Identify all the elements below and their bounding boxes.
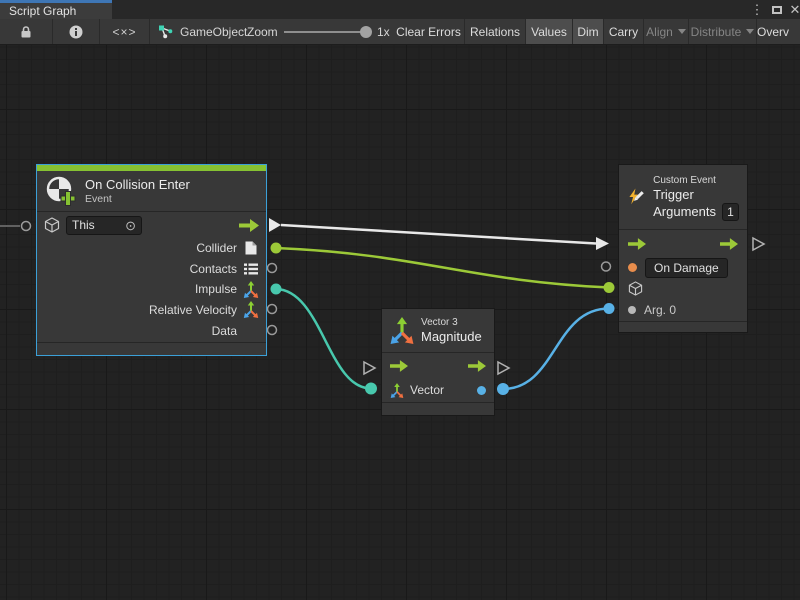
row-target: [619, 278, 747, 299]
edge-collider-to-gameobject[interactable]: [276, 248, 609, 288]
window-menu-icon[interactable]: ⋮: [748, 0, 766, 19]
gameobject-graph-icon: [158, 25, 173, 39]
event-name-field[interactable]: On Damage: [645, 258, 728, 278]
info-icon: [69, 25, 83, 39]
row-self-target: This ⊙: [37, 212, 266, 238]
lock-button[interactable]: [0, 19, 53, 44]
node-title: Trigger: [653, 187, 739, 203]
port-self-input[interactable]: [22, 222, 31, 231]
vector3-axes-icon: [243, 301, 259, 318]
maximize-icon[interactable]: [768, 0, 786, 19]
node-footer: [619, 321, 747, 332]
row-vector-input: Vector: [382, 379, 494, 401]
node-subtitle: Event: [85, 193, 190, 206]
chevron-down-icon: [746, 29, 754, 34]
vector3-axes-icon: [389, 317, 415, 344]
row-data: Data: [37, 320, 266, 341]
carry-button[interactable]: Carry: [604, 19, 644, 44]
relations-button[interactable]: Relations: [465, 19, 526, 44]
node-on-collision-enter[interactable]: On Collision Enter Event This ⊙: [36, 164, 267, 356]
collision-event-icon: [45, 175, 77, 207]
chevron-down-icon: [678, 29, 686, 34]
vector3-axes-icon: [390, 383, 404, 398]
distribute-button[interactable]: Distribute: [689, 19, 757, 44]
port-trigger-flow-out[interactable]: [753, 238, 764, 250]
dim-button[interactable]: Dim: [573, 19, 604, 44]
object-picker-icon[interactable]: ⊙: [125, 219, 136, 232]
cube-icon: [628, 281, 643, 296]
graph-toolbar: <×> GameObject Zoom 1x Clear Errors Rela…: [0, 19, 800, 45]
float-port-icon: [477, 386, 486, 395]
gameobject-label: GameObject: [180, 25, 247, 39]
node-vector3-magnitude[interactable]: Vector 3 Magnitude Vector: [381, 308, 495, 416]
arguments-label: Arguments: [653, 204, 716, 220]
row-collider: Collider: [37, 238, 266, 258]
flow-arrow-icon: [468, 360, 486, 372]
value-port-icon: [628, 306, 636, 314]
target-field[interactable]: This ⊙: [66, 216, 142, 235]
list-icon: [244, 263, 258, 275]
tab-bar: Script Graph ⋮ ✕: [0, 0, 800, 19]
zoom-slider[interactable]: [284, 31, 368, 33]
code-view-button[interactable]: <×>: [100, 19, 150, 44]
node-category: Vector 3: [421, 316, 482, 329]
vector3-axes-icon: [243, 281, 259, 298]
port-vector-in[interactable]: [365, 383, 377, 395]
string-port-icon: [628, 263, 637, 272]
clear-errors-button[interactable]: Clear Errors: [393, 19, 465, 44]
port-trigger-target-in[interactable]: [604, 282, 615, 293]
tab-script-graph[interactable]: Script Graph: [0, 0, 112, 19]
row-trigger-flow: [619, 230, 747, 257]
row-magnitude-flow: [382, 353, 494, 379]
code-icon: <×>: [112, 25, 136, 39]
port-magnitude-out[interactable]: [497, 383, 509, 395]
row-arg0: Arg. 0: [619, 299, 747, 320]
edge-flow-collision-to-trigger[interactable]: [281, 225, 596, 244]
zoom-label: Zoom: [247, 19, 278, 44]
inspect-button[interactable]: [53, 19, 100, 44]
node-footer: [37, 342, 266, 355]
graph-canvas[interactable]: On Collision Enter Event This ⊙: [0, 45, 800, 600]
flow-arrow-icon: [239, 219, 259, 232]
node-title: On Collision Enter: [85, 177, 190, 193]
row-relative-velocity: Relative Velocity: [37, 299, 266, 320]
port-collision-flow-out[interactable]: [269, 218, 281, 232]
node-category: Custom Event: [653, 174, 739, 187]
port-event-name-in[interactable]: [602, 262, 611, 271]
port-magnitude-flow-in[interactable]: [364, 362, 375, 374]
port-impulse-out[interactable]: [271, 284, 282, 295]
unity-script-graph-window: Script Graph ⋮ ✕ <×>: [0, 0, 800, 600]
edge-impulse-to-vector[interactable]: [276, 289, 371, 389]
cube-icon: [44, 217, 60, 233]
overview-button[interactable]: Overv: [757, 19, 800, 44]
row-impulse: Impulse: [37, 279, 266, 299]
gameobject-breadcrumb[interactable]: GameObject: [158, 19, 247, 44]
port-contacts-out[interactable]: [268, 264, 277, 273]
close-icon[interactable]: ✕: [786, 0, 800, 19]
port-data-out[interactable]: [268, 326, 277, 335]
custom-event-icon: [627, 182, 645, 212]
align-button[interactable]: Align: [644, 19, 689, 44]
flow-arrow-icon: [720, 238, 738, 250]
row-contacts: Contacts: [37, 258, 266, 279]
node-trigger-custom-event[interactable]: Custom Event Trigger Arguments 1 On Dama…: [618, 164, 748, 333]
document-icon: [245, 241, 257, 255]
flow-arrow-icon: [390, 360, 408, 372]
flow-arrow-icon: [628, 238, 646, 250]
node-title: Magnitude: [421, 329, 482, 345]
port-arg0-in[interactable]: [604, 303, 615, 314]
zoom-slider-handle[interactable]: [360, 26, 372, 38]
edge-magnitude-to-arg0[interactable]: [503, 309, 609, 390]
row-event-name: On Damage: [619, 257, 747, 278]
zoom-value: 1x: [377, 19, 390, 44]
node-footer: [382, 402, 494, 415]
port-collider-out[interactable]: [271, 243, 282, 254]
values-button[interactable]: Values: [526, 19, 573, 44]
lock-icon: [20, 25, 32, 39]
arguments-count-field[interactable]: 1: [722, 203, 739, 221]
port-magnitude-flow-out[interactable]: [498, 362, 509, 374]
tab-title: Script Graph: [9, 4, 76, 18]
arrowhead-trigger-flow-in[interactable]: [596, 237, 609, 250]
port-relative-velocity-out[interactable]: [268, 305, 277, 314]
